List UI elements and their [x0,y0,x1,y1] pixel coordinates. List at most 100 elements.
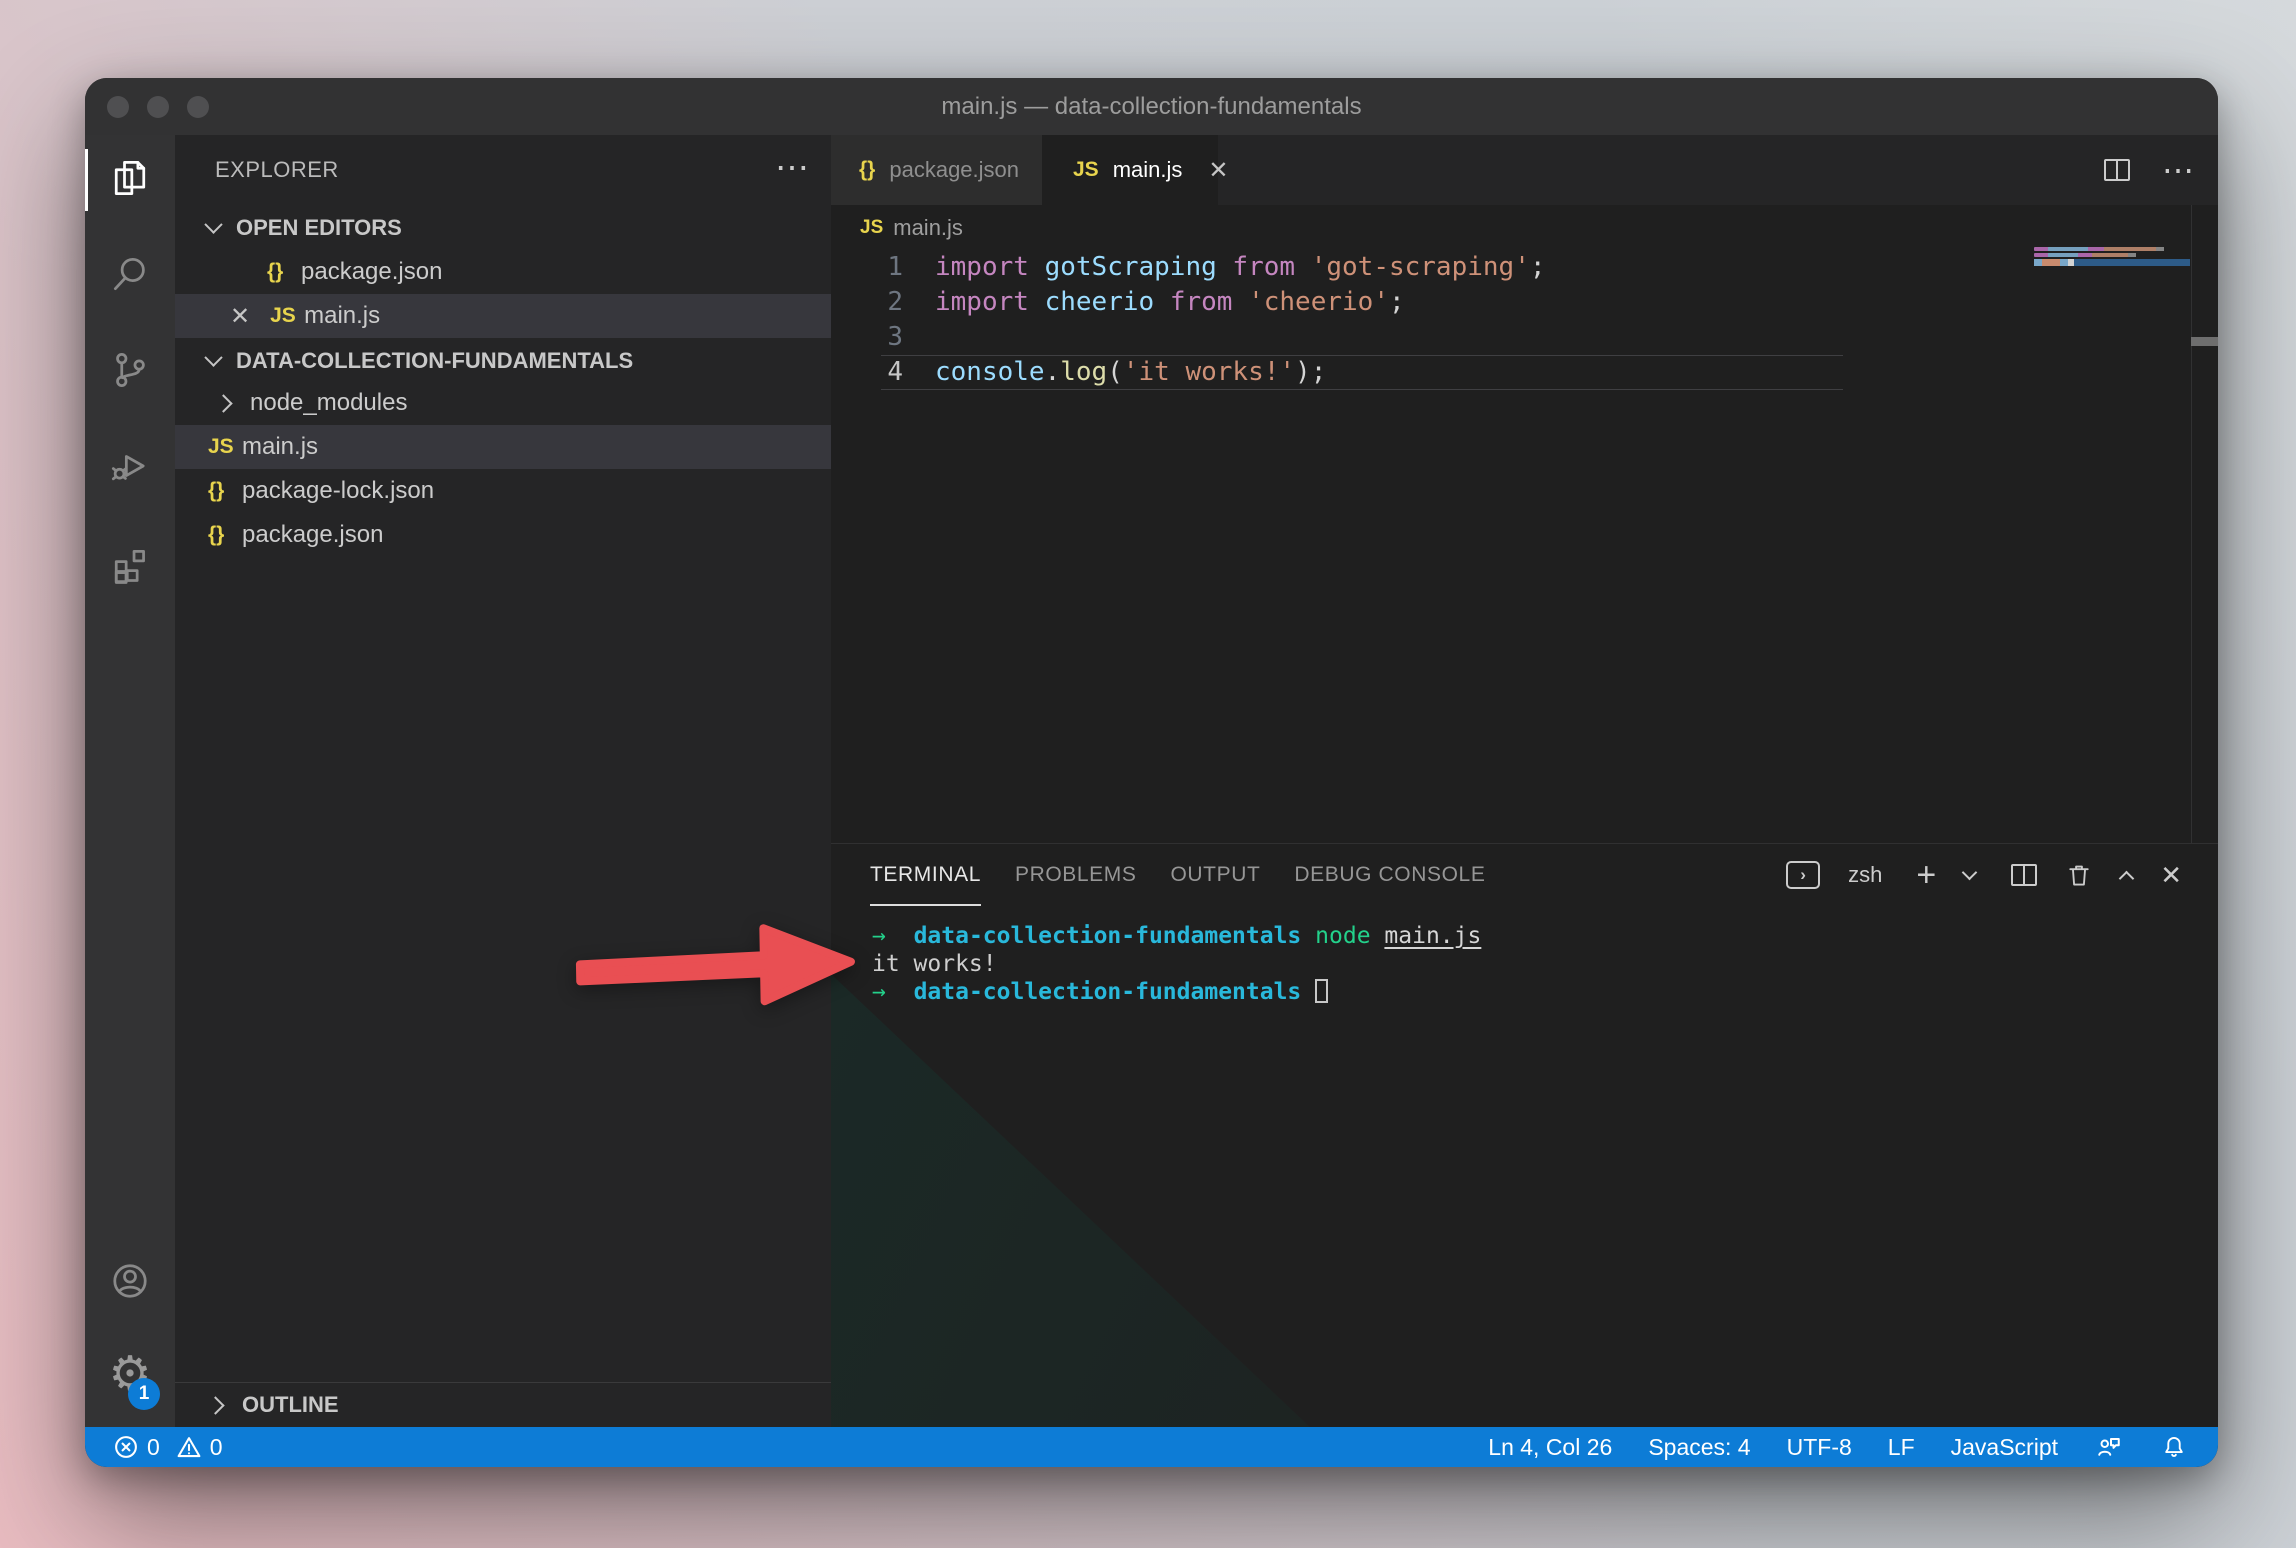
line-number: 3 [831,320,903,355]
tree-item-main-js[interactable]: JS main.js [175,425,831,469]
activity-run-debug-button[interactable] [85,423,175,513]
tab-problems[interactable]: PROBLEMS [1015,844,1137,906]
activity-search-button[interactable] [85,231,175,321]
workspace-section-header[interactable]: DATA-COLLECTION-FUNDAMENTALS [175,338,831,383]
notifications-bell-icon[interactable] [2160,1433,2188,1461]
minimap-line [2034,247,2184,251]
json-file-icon: {} [267,260,301,284]
cursor-position[interactable]: Ln 4, Col 26 [1488,1434,1612,1461]
editor-more-actions-icon[interactable]: ⋯ [2162,154,2194,186]
json-file-icon: {} [208,523,242,547]
extensions-icon [108,540,152,589]
feedback-icon[interactable] [2094,1432,2124,1462]
tree-item-node-modules[interactable]: node_modules [175,381,831,425]
terminal-cursor [1315,979,1328,1003]
js-file-icon: JS [860,217,883,239]
activity-bar: ⚙ 1 [85,135,175,1427]
tree-item-package-json[interactable]: {} package.json [175,513,831,557]
split-editor-icon[interactable] [2104,159,2130,181]
terminal-dropdown-icon[interactable] [1962,864,1978,880]
close-window-button[interactable] [107,96,129,118]
editor-scrollbar[interactable] [2191,205,2218,843]
annotation-arrow [568,916,860,1016]
minimize-window-button[interactable] [147,96,169,118]
code-line: 4 console.log('it works!'); [831,355,2161,390]
kill-terminal-icon[interactable] [2065,861,2093,889]
editor-tab-bar: {} package.json JS main.js ✕ ⋯ [831,135,2218,205]
split-terminal-icon[interactable] [2011,864,2037,886]
vscode-window: main.js — data-collection-fundamentals [85,78,2218,1467]
line-number: 1 [831,250,903,285]
account-button[interactable] [85,1238,175,1328]
code-area[interactable]: 1 import gotScraping from 'got-scraping'… [831,250,2161,390]
json-file-icon: {} [859,158,875,182]
chevron-right-icon [206,1396,224,1414]
sidebar-title: EXPLORER [215,135,339,205]
active-view-indicator [85,149,88,211]
activity-extensions-button[interactable] [85,519,175,609]
error-count: 0 [147,1434,160,1461]
close-panel-icon[interactable]: ✕ [2160,860,2182,891]
encoding-setting[interactable]: UTF-8 [1787,1434,1852,1461]
terminal-panel: TERMINAL PROBLEMS OUTPUT DEBUG CONSOLE ›… [831,843,2218,1427]
minimap-current-line [2034,259,2190,266]
outline-section-header[interactable]: OUTLINE [175,1382,831,1427]
breadcrumb-file: main.js [893,215,963,241]
js-file-icon: JS [208,435,242,459]
maximize-window-button[interactable] [187,96,209,118]
tree-item-package-lock-json[interactable]: {} package-lock.json [175,469,831,513]
scrollbar-marker[interactable] [2191,337,2218,346]
code-line: 2 import cheerio from 'cheerio'; [831,285,2161,320]
tab-main-js[interactable]: JS main.js ✕ [1043,135,1218,205]
panel-actions: › zsh + ✕ [1786,844,2182,906]
status-bar: 0 0 Ln 4, Col 26 Spaces: 4 UTF-8 LF Java… [85,1427,2218,1467]
terminal-line: it works! [872,950,1481,978]
language-mode[interactable]: JavaScript [1951,1434,2058,1461]
code-line: 1 import gotScraping from 'got-scraping'… [831,250,2161,285]
close-editor-icon[interactable]: ✕ [230,302,250,331]
settings-badge: 1 [128,1378,160,1410]
explorer-sidebar: EXPLORER ⋯ OPEN EDITORS {} package.json … [175,135,831,1427]
json-file-icon: {} [208,479,242,503]
tab-package-json[interactable]: {} package.json [831,135,1043,205]
source-control-icon [108,348,152,397]
tab-output[interactable]: OUTPUT [1170,844,1260,906]
error-icon [113,1434,139,1460]
account-icon [108,1259,152,1308]
indentation-setting[interactable]: Spaces: 4 [1648,1434,1750,1461]
new-terminal-icon[interactable]: + [1916,858,1936,892]
window-title: main.js — data-collection-fundamentals [85,78,2218,135]
editor-group: {} package.json JS main.js ✕ ⋯ JS main.j… [831,135,2218,843]
problems-summary[interactable]: 0 0 [113,1427,223,1467]
run-debug-icon [108,444,152,493]
terminal-shell-icon[interactable]: › [1786,861,1820,889]
chevron-right-icon [214,394,232,412]
js-file-icon: JS [1073,158,1099,182]
settings-gear-button[interactable]: ⚙ [85,1330,175,1420]
shell-label: zsh [1848,862,1882,888]
titlebar: main.js — data-collection-fundamentals [85,78,2218,135]
explorer-more-actions-icon[interactable]: ⋯ [775,135,809,205]
panel-tab-bar: TERMINAL PROBLEMS OUTPUT DEBUG CONSOLE [870,844,1485,906]
line-number: 4 [831,355,903,390]
js-file-icon: JS [270,304,304,328]
breadcrumb[interactable]: JS main.js [860,205,963,250]
activity-explorer-button[interactable] [85,135,175,225]
tab-debug-console[interactable]: DEBUG CONSOLE [1294,844,1485,906]
search-icon [108,252,152,301]
terminal-output[interactable]: → data-collection-fundamentals node main… [872,922,1481,1006]
editor-actions: ⋯ [2104,135,2218,205]
tab-terminal[interactable]: TERMINAL [870,844,981,906]
open-editor-item-package-json[interactable]: {} package.json [175,250,831,294]
activity-source-control-button[interactable] [85,327,175,417]
open-editor-item-main-js[interactable]: ✕ JS main.js [175,294,831,338]
chevron-down-icon [204,215,222,233]
close-tab-icon[interactable]: ✕ [1208,156,1228,185]
eol-setting[interactable]: LF [1888,1434,1915,1461]
chevron-down-icon [204,348,222,366]
files-icon [108,156,152,205]
open-editors-section-header[interactable]: OPEN EDITORS [175,205,831,250]
code-line: 3 [831,320,2161,355]
maximize-panel-icon[interactable] [2119,870,2135,886]
terminal-line: → data-collection-fundamentals node main… [872,922,1481,950]
